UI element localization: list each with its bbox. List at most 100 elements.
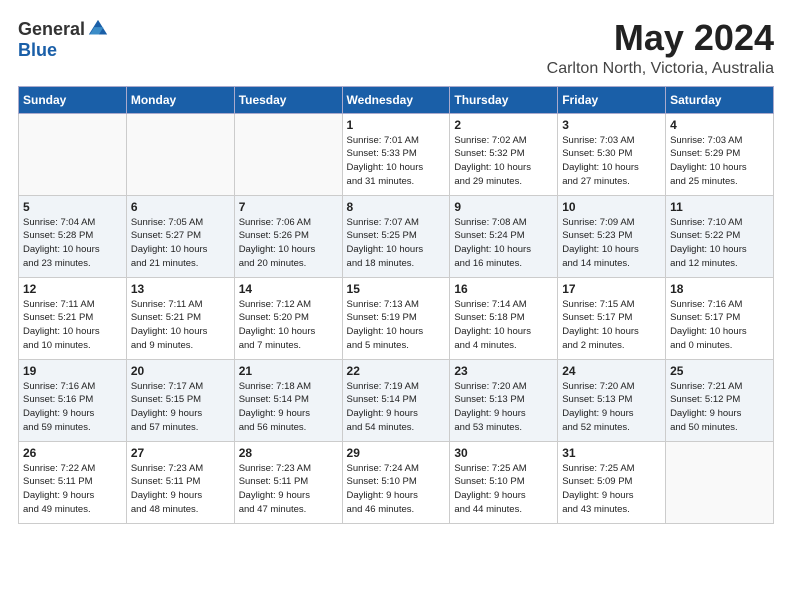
calendar-cell: 26 Sunrise: 7:22 AM Sunset: 5:11 PM Dayli… <box>19 441 127 523</box>
day-number: 30 <box>454 446 553 460</box>
day-info: Sunrise: 7:20 AM Sunset: 5:13 PM Dayligh… <box>562 380 661 435</box>
day-number: 19 <box>23 364 122 378</box>
day-number: 28 <box>239 446 338 460</box>
day-info: Sunrise: 7:16 AM Sunset: 5:16 PM Dayligh… <box>23 380 122 435</box>
week-row-2: 5Sunrise: 7:04 AM Sunset: 5:28 PM Daylig… <box>19 195 774 277</box>
calendar-cell: 2 Sunrise: 7:02 AM Sunset: 5:32 PM Daylig… <box>450 113 558 195</box>
weekday-header-row: SundayMondayTuesdayWednesdayThursdayFrid… <box>19 86 774 113</box>
day-number: 7 <box>239 200 338 214</box>
calendar-cell: 10Sunrise: 7:09 AM Sunset: 5:23 PM Dayli… <box>558 195 666 277</box>
day-info: Sunrise: 7:22 AM Sunset: 5:11 PM Dayligh… <box>23 462 122 517</box>
calendar-cell: 31 Sunrise: 7:25 AM Sunset: 5:09 PM Dayli… <box>558 441 666 523</box>
calendar-cell: 6Sunrise: 7:05 AM Sunset: 5:27 PM Daylig… <box>126 195 234 277</box>
logo-blue-text: Blue <box>18 40 57 61</box>
day-info: Sunrise: 7:11 AM Sunset: 5:21 PM Dayligh… <box>131 298 230 353</box>
day-info: Sunrise: 7:20 AM Sunset: 5:13 PM Dayligh… <box>454 380 553 435</box>
day-info: Sunrise: 7:16 AM Sunset: 5:17 PM Dayligh… <box>670 298 769 353</box>
week-row-4: 19 Sunrise: 7:16 AM Sunset: 5:16 PM Dayli… <box>19 359 774 441</box>
title-area: May 2024 Carlton North, Victoria, Austra… <box>547 18 774 78</box>
week-row-3: 12Sunrise: 7:11 AM Sunset: 5:21 PM Dayli… <box>19 277 774 359</box>
calendar-cell <box>19 113 127 195</box>
calendar-cell: 20 Sunrise: 7:17 AM Sunset: 5:15 PM Dayli… <box>126 359 234 441</box>
day-info: Sunrise: 7:14 AM Sunset: 5:18 PM Dayligh… <box>454 298 553 353</box>
day-number: 21 <box>239 364 338 378</box>
day-number: 26 <box>23 446 122 460</box>
day-number: 8 <box>347 200 446 214</box>
day-number: 14 <box>239 282 338 296</box>
calendar-cell: 19 Sunrise: 7:16 AM Sunset: 5:16 PM Dayli… <box>19 359 127 441</box>
day-number: 31 <box>562 446 661 460</box>
day-number: 10 <box>562 200 661 214</box>
day-number: 27 <box>131 446 230 460</box>
calendar-cell: 15 Sunrise: 7:13 AM Sunset: 5:19 PM Dayli… <box>342 277 450 359</box>
day-info: Sunrise: 7:25 AM Sunset: 5:10 PM Dayligh… <box>454 462 553 517</box>
calendar-cell: 13 Sunrise: 7:11 AM Sunset: 5:21 PM Dayli… <box>126 277 234 359</box>
day-info: Sunrise: 7:21 AM Sunset: 5:12 PM Dayligh… <box>670 380 769 435</box>
day-info: Sunrise: 7:19 AM Sunset: 5:14 PM Dayligh… <box>347 380 446 435</box>
calendar-cell <box>234 113 342 195</box>
logo-general-text: General <box>18 19 85 40</box>
day-info: Sunrise: 7:07 AM Sunset: 5:25 PM Dayligh… <box>347 216 446 271</box>
day-info: Sunrise: 7:10 AM Sunset: 5:22 PM Dayligh… <box>670 216 769 271</box>
day-number: 23 <box>454 364 553 378</box>
calendar-cell: 8 Sunrise: 7:07 AM Sunset: 5:25 PM Daylig… <box>342 195 450 277</box>
calendar-cell: 7 Sunrise: 7:06 AM Sunset: 5:26 PM Daylig… <box>234 195 342 277</box>
calendar-cell <box>666 441 774 523</box>
calendar-cell <box>126 113 234 195</box>
page: General Blue May 2024 Carlton North, Vic… <box>0 0 792 534</box>
day-number: 17 <box>562 282 661 296</box>
calendar-cell: 22Sunrise: 7:19 AM Sunset: 5:14 PM Dayli… <box>342 359 450 441</box>
day-info: Sunrise: 7:02 AM Sunset: 5:32 PM Dayligh… <box>454 134 553 189</box>
calendar-cell: 12Sunrise: 7:11 AM Sunset: 5:21 PM Dayli… <box>19 277 127 359</box>
day-info: Sunrise: 7:04 AM Sunset: 5:28 PM Dayligh… <box>23 216 122 271</box>
calendar-cell: 5Sunrise: 7:04 AM Sunset: 5:28 PM Daylig… <box>19 195 127 277</box>
calendar-cell: 18Sunrise: 7:16 AM Sunset: 5:17 PM Dayli… <box>666 277 774 359</box>
weekday-header-wednesday: Wednesday <box>342 86 450 113</box>
day-number: 11 <box>670 200 769 214</box>
day-info: Sunrise: 7:18 AM Sunset: 5:14 PM Dayligh… <box>239 380 338 435</box>
day-number: 2 <box>454 118 553 132</box>
day-info: Sunrise: 7:11 AM Sunset: 5:21 PM Dayligh… <box>23 298 122 353</box>
day-number: 6 <box>131 200 230 214</box>
weekday-header-monday: Monday <box>126 86 234 113</box>
day-number: 4 <box>670 118 769 132</box>
day-number: 9 <box>454 200 553 214</box>
week-row-5: 26 Sunrise: 7:22 AM Sunset: 5:11 PM Dayli… <box>19 441 774 523</box>
day-number: 3 <box>562 118 661 132</box>
day-number: 20 <box>131 364 230 378</box>
logo-icon <box>87 18 109 40</box>
location: Carlton North, Victoria, Australia <box>547 60 774 78</box>
header: General Blue May 2024 Carlton North, Vic… <box>18 18 774 78</box>
calendar-cell: 28 Sunrise: 7:23 AM Sunset: 5:11 PM Dayli… <box>234 441 342 523</box>
day-info: Sunrise: 7:17 AM Sunset: 5:15 PM Dayligh… <box>131 380 230 435</box>
day-info: Sunrise: 7:01 AM Sunset: 5:33 PM Dayligh… <box>347 134 446 189</box>
weekday-header-tuesday: Tuesday <box>234 86 342 113</box>
weekday-header-sunday: Sunday <box>19 86 127 113</box>
calendar-cell: 24 Sunrise: 7:20 AM Sunset: 5:13 PM Dayli… <box>558 359 666 441</box>
month-title: May 2024 <box>547 18 774 58</box>
day-info: Sunrise: 7:06 AM Sunset: 5:26 PM Dayligh… <box>239 216 338 271</box>
day-number: 24 <box>562 364 661 378</box>
day-info: Sunrise: 7:08 AM Sunset: 5:24 PM Dayligh… <box>454 216 553 271</box>
calendar-cell: 9 Sunrise: 7:08 AM Sunset: 5:24 PM Daylig… <box>450 195 558 277</box>
calendar: SundayMondayTuesdayWednesdayThursdayFrid… <box>18 86 774 524</box>
calendar-cell: 27Sunrise: 7:23 AM Sunset: 5:11 PM Dayli… <box>126 441 234 523</box>
day-info: Sunrise: 7:25 AM Sunset: 5:09 PM Dayligh… <box>562 462 661 517</box>
day-info: Sunrise: 7:24 AM Sunset: 5:10 PM Dayligh… <box>347 462 446 517</box>
day-info: Sunrise: 7:15 AM Sunset: 5:17 PM Dayligh… <box>562 298 661 353</box>
calendar-cell: 30 Sunrise: 7:25 AM Sunset: 5:10 PM Dayli… <box>450 441 558 523</box>
calendar-cell: 1Sunrise: 7:01 AM Sunset: 5:33 PM Daylig… <box>342 113 450 195</box>
day-info: Sunrise: 7:12 AM Sunset: 5:20 PM Dayligh… <box>239 298 338 353</box>
weekday-header-saturday: Saturday <box>666 86 774 113</box>
day-number: 15 <box>347 282 446 296</box>
day-number: 13 <box>131 282 230 296</box>
calendar-cell: 16 Sunrise: 7:14 AM Sunset: 5:18 PM Dayli… <box>450 277 558 359</box>
calendar-cell: 3Sunrise: 7:03 AM Sunset: 5:30 PM Daylig… <box>558 113 666 195</box>
day-info: Sunrise: 7:03 AM Sunset: 5:29 PM Dayligh… <box>670 134 769 189</box>
calendar-cell: 17 Sunrise: 7:15 AM Sunset: 5:17 PM Dayli… <box>558 277 666 359</box>
day-number: 16 <box>454 282 553 296</box>
day-info: Sunrise: 7:23 AM Sunset: 5:11 PM Dayligh… <box>239 462 338 517</box>
weekday-header-thursday: Thursday <box>450 86 558 113</box>
day-info: Sunrise: 7:13 AM Sunset: 5:19 PM Dayligh… <box>347 298 446 353</box>
day-number: 25 <box>670 364 769 378</box>
